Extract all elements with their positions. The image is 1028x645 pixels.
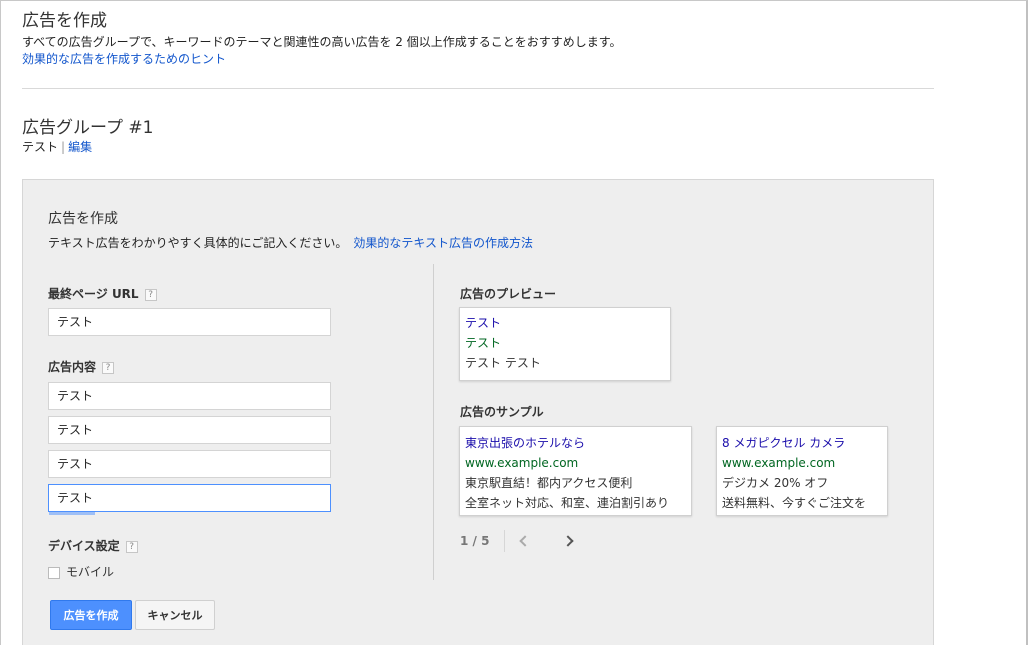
- help-icon[interactable]: ?: [125, 540, 138, 553]
- headline-input[interactable]: テスト: [48, 382, 331, 410]
- chevron-right-icon[interactable]: [562, 535, 575, 547]
- create-ad-panel: 広告を作成 テキスト広告をわかりやすく具体的にご記入ください。 効果的なテキスト広…: [22, 179, 934, 645]
- device-label-text: デバイス設定: [48, 539, 120, 553]
- mobile-checkbox-row[interactable]: モバイル: [48, 563, 114, 580]
- sample-line1: デジカメ 20% オフ: [722, 476, 829, 490]
- create-ad-button[interactable]: 広告を作成: [50, 600, 132, 630]
- sample-line2: 全室ネット対応、和室、連泊割引あり: [465, 496, 670, 510]
- ad-preview: テスト テスト テスト テスト: [459, 307, 671, 381]
- final-url-label-text: 最終ページ URL: [48, 287, 139, 301]
- sample-ad-card: 8 メガピクセル カメラ www.example.com デジカメ 20% オフ…: [716, 426, 888, 516]
- preview-label: 広告のプレビュー: [460, 287, 557, 301]
- ad-group-title: 広告グループ #1: [22, 118, 154, 138]
- final-url-input[interactable]: テスト: [48, 308, 331, 336]
- sample-ad-card: 東京出張のホテルなら www.example.com 東京駅直結！都内アクセス便…: [459, 426, 692, 516]
- description-line2-input[interactable]: テスト: [48, 450, 331, 478]
- preview-text: テスト テスト: [465, 356, 541, 370]
- samples-label: 広告のサンプル: [460, 405, 544, 419]
- sample-title: 東京出張のホテルなら: [465, 436, 586, 450]
- sample-line2: 送料無料、今すぐご注文を: [722, 496, 867, 510]
- separator: |: [61, 140, 66, 154]
- description-line1-input[interactable]: テスト: [48, 416, 331, 444]
- tips-link[interactable]: 効果的な広告を作成するためのヒント: [22, 50, 226, 67]
- mobile-label: モバイル: [66, 565, 115, 579]
- pager-separator: [504, 530, 506, 552]
- ad-content-label-text: 広告内容: [48, 360, 97, 374]
- edit-link[interactable]: 編集: [68, 140, 92, 154]
- sample-pager: 1 / 5: [460, 530, 575, 552]
- help-icon[interactable]: ?: [144, 288, 157, 301]
- sample-title: 8 メガピクセル カメラ: [722, 436, 846, 450]
- page-title: 広告を作成: [22, 11, 107, 31]
- sample-url: www.example.com: [722, 456, 836, 470]
- sample-line1: 東京駅直結！都内アクセス便利: [465, 476, 633, 490]
- sample-url: www.example.com: [465, 456, 579, 470]
- help-icon[interactable]: ?: [102, 361, 115, 374]
- device-label: デバイス設定?: [48, 537, 138, 554]
- ad-content-label: 広告内容?: [48, 358, 115, 375]
- ad-group-subline: テスト | 編集: [22, 138, 92, 155]
- display-url-input[interactable]: テスト: [48, 484, 331, 515]
- panel-description: テキスト広告をわかりやすく具体的にご記入ください。 効果的なテキスト広告の作成方法: [48, 234, 533, 251]
- mobile-checkbox[interactable]: [48, 566, 60, 579]
- text-ad-howto-link[interactable]: 効果的なテキスト広告の作成方法: [353, 236, 533, 250]
- pager-count: 1 / 5: [460, 534, 490, 548]
- panel-description-text: テキスト広告をわかりやすく具体的にご記入ください。: [48, 236, 348, 250]
- column-divider: [433, 264, 434, 580]
- chevron-left-icon[interactable]: [519, 535, 532, 547]
- preview-url: テスト: [465, 336, 502, 350]
- final-url-label: 最終ページ URL?: [48, 285, 157, 302]
- section-divider: [22, 88, 934, 89]
- preview-title: テスト: [465, 316, 502, 330]
- panel-title: 広告を作成: [48, 211, 118, 227]
- ad-group-name: テスト: [22, 140, 59, 154]
- cancel-button[interactable]: キャンセル: [135, 600, 215, 630]
- page-description: すべての広告グループで、キーワードのテーマと関連性の高い広告を 2 個以上作成す…: [22, 35, 622, 49]
